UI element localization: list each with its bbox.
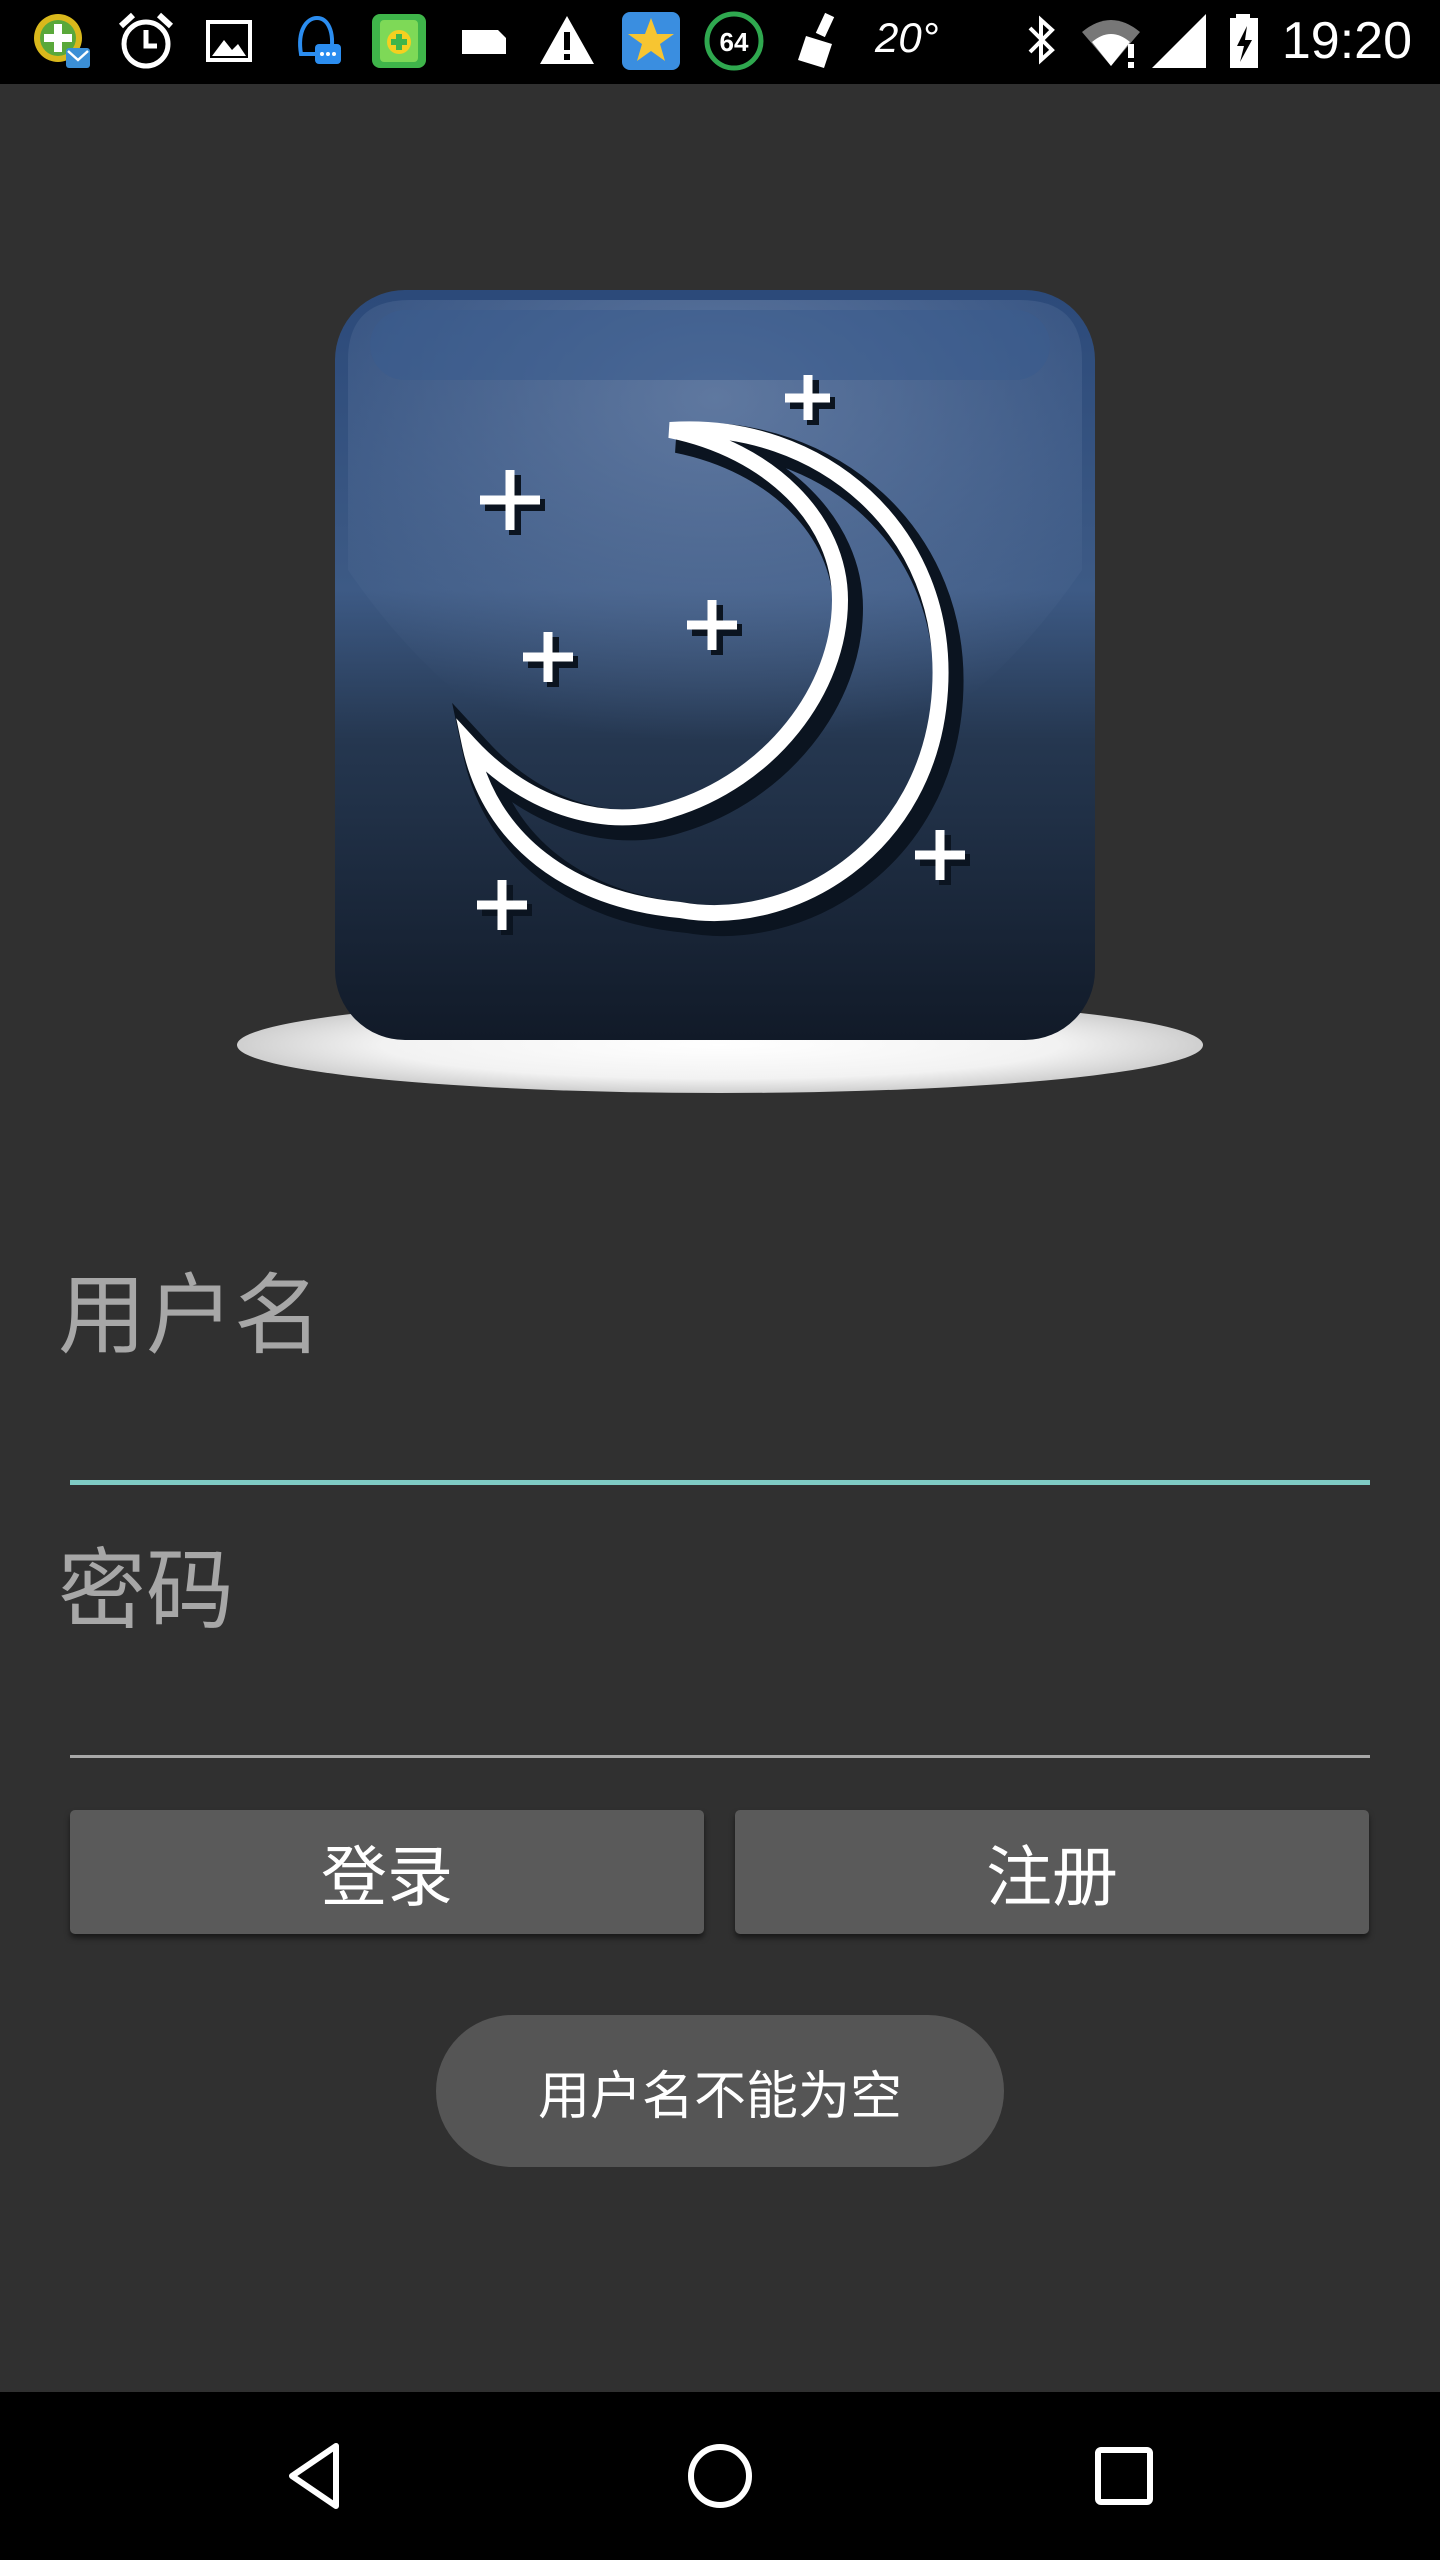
weather-temp: 20° <box>875 14 939 61</box>
recents-icon[interactable] <box>1082 2434 1166 2518</box>
back-icon[interactable] <box>274 2434 358 2518</box>
warning-icon <box>540 16 594 64</box>
status-time: 19:20 <box>1281 12 1412 70</box>
star-app-icon <box>622 12 680 70</box>
status-bar: 64 20° 19:20 <box>0 0 1440 84</box>
signal-icon <box>1152 14 1206 68</box>
app-logo-moon-icon <box>237 290 1203 1093</box>
password-input[interactable] <box>70 1635 1370 1758</box>
qq-icon <box>298 15 341 64</box>
cleaner-icon <box>798 12 835 68</box>
gallery-icon <box>206 20 252 62</box>
toast-message: 用户名不能为空 <box>436 2015 1004 2167</box>
bluetooth-icon <box>1028 15 1055 65</box>
navigation-bar <box>0 2392 1440 2560</box>
battery-icon <box>1230 14 1258 68</box>
wifi-icon <box>1082 20 1140 68</box>
password-label: 密码 <box>58 1539 235 1642</box>
security-app-icon <box>372 14 426 68</box>
login-button[interactable]: 登录 <box>70 1810 704 1934</box>
alarm-clock-icon <box>118 12 174 69</box>
username-input[interactable] <box>70 1360 1370 1485</box>
home-icon[interactable] <box>678 2434 762 2518</box>
battery-badge-icon: 64 <box>704 11 764 71</box>
card-icon <box>462 30 506 54</box>
username-label: 用户名 <box>58 1264 323 1367</box>
register-button[interactable]: 注册 <box>735 1810 1369 1934</box>
svg-text:64: 64 <box>720 27 749 57</box>
app-notification-icon <box>34 14 90 68</box>
